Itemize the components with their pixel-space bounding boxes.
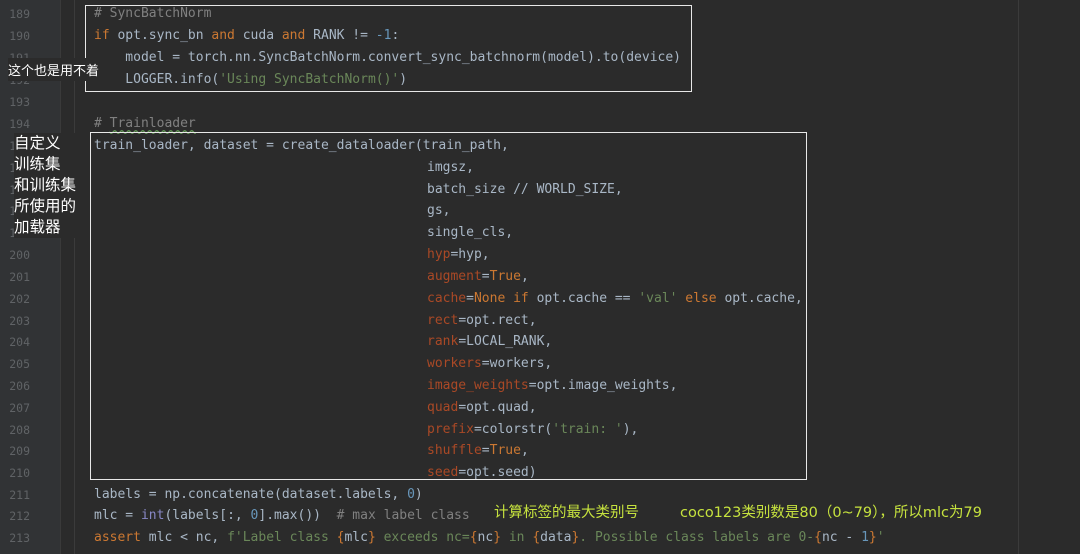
line-number: 203 (9, 314, 30, 328)
line-number: 209 (9, 444, 30, 458)
right-margin-guide (1018, 0, 1019, 554)
line-number: 189 (9, 7, 30, 21)
line-number: 190 (9, 29, 30, 43)
syncbatchnorm-highlight-box (85, 5, 692, 92)
line-number: 206 (9, 379, 30, 393)
line-number: 208 (9, 423, 30, 437)
trainloader-note-annotation: 自定义 训练集 和训练集 所使用的 加载器 (14, 133, 90, 238)
line-number: 202 (9, 292, 30, 306)
line-number: 207 (9, 401, 30, 415)
line-number: 201 (9, 270, 30, 284)
line-number: 194 (9, 117, 30, 131)
line-number: 213 (9, 531, 30, 545)
code-line-213: assert mlc < nc, f'Label class {mlc} exc… (94, 530, 885, 545)
code-line-211: labels = np.concatenate(dataset.labels, … (94, 487, 423, 502)
code-line-212: mlc = int(labels[:, 0].max()) # max labe… (94, 508, 470, 523)
line-number: 211 (9, 488, 30, 502)
line-number: 204 (9, 335, 30, 349)
indent-guide (74, 0, 75, 554)
line-number: 200 (9, 248, 30, 262)
line-number: 212 (9, 509, 30, 523)
mlc-note-annotation: 计算标签的最大类别号 (494, 505, 639, 521)
line-number: 210 (9, 466, 30, 480)
coco-note-annotation: coco123类别数是80（0~79），所以mlc为79 (680, 505, 982, 521)
line-number: 205 (9, 357, 30, 371)
trainloader-highlight-box (90, 132, 807, 480)
line-number: 193 (9, 95, 30, 109)
sync-note-annotation: 这个也是用不着 (8, 58, 100, 81)
